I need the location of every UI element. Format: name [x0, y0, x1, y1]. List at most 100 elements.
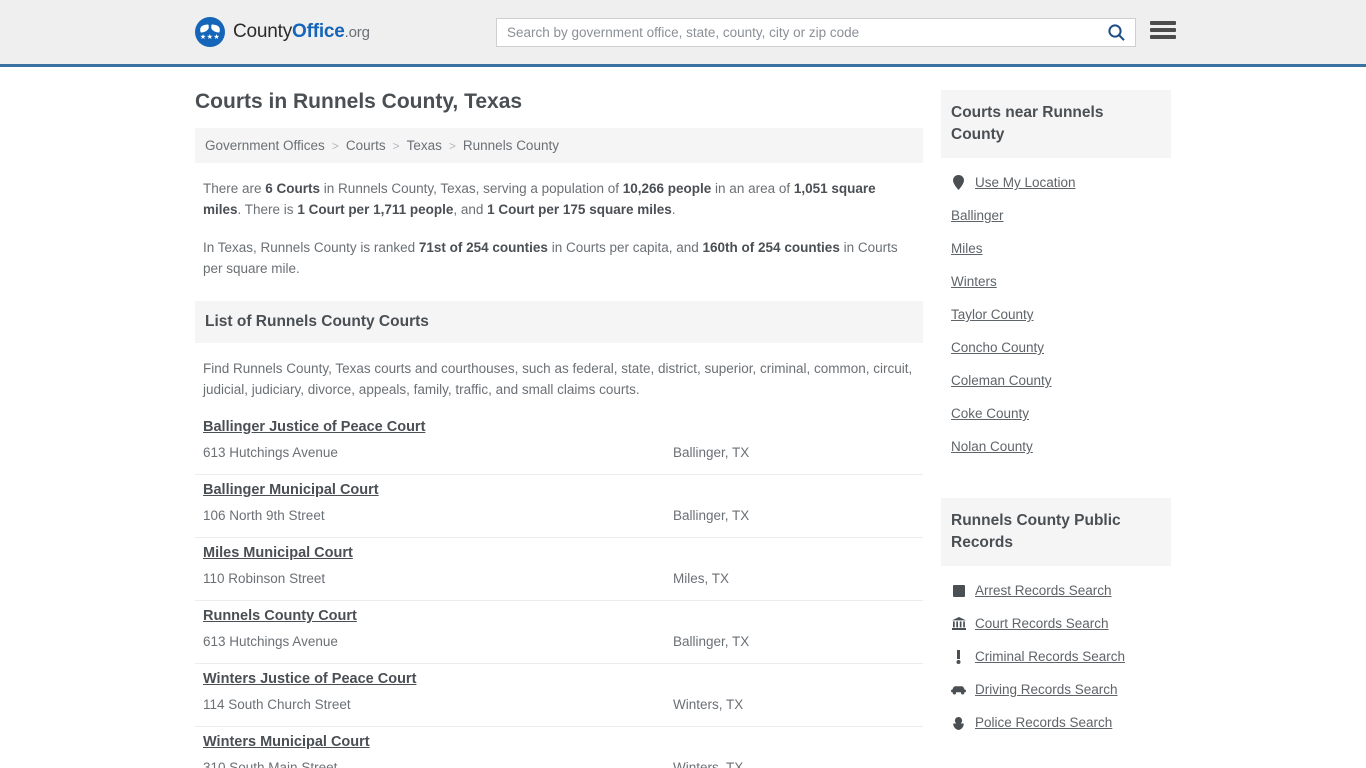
- page-title: Courts in Runnels County, Texas: [195, 90, 523, 113]
- court-city: Ballinger, TX: [673, 634, 750, 649]
- exclamation-icon: [951, 649, 966, 664]
- breadcrumb-item-texas[interactable]: Texas: [407, 138, 442, 153]
- breadcrumb: Government Offices > Courts > Texas > Ru…: [195, 128, 923, 163]
- court-city: Miles, TX: [673, 571, 730, 586]
- sidebar-item-label: Taylor County: [951, 307, 1034, 322]
- map-pin-icon: [951, 175, 966, 190]
- stat-rank-per-capita: 71st of 254 counties: [418, 240, 548, 255]
- stat-courts-per-sq-mile: 1 Court per 175 square miles: [487, 202, 672, 217]
- sidebar: Courts near Runnels County Use My Locati…: [941, 67, 1171, 739]
- sidebar-item-label: Miles: [951, 241, 983, 256]
- court-list: Ballinger Justice of Peace Court 613 Hut…: [195, 412, 923, 768]
- court-details: 310 South Main Street Winters, TX: [203, 760, 923, 768]
- nearby-courts-links: Use My Location Ballinger Miles Winters …: [941, 158, 1171, 463]
- text: .: [671, 202, 676, 217]
- hamburger-menu-icon[interactable]: [1150, 19, 1176, 41]
- breadcrumb-item-runnels-county[interactable]: Runnels County: [463, 138, 559, 153]
- summary-paragraph-rank: In Texas, Runnels County is ranked 71st …: [203, 237, 915, 279]
- court-city: Ballinger, TX: [673, 508, 750, 523]
- search-bar[interactable]: [496, 18, 1136, 47]
- court-name-link[interactable]: Ballinger Justice of Peace Court: [203, 419, 425, 435]
- logo-stars: ★★★: [199, 33, 221, 41]
- breadcrumb-separator: >: [392, 138, 400, 153]
- court-address: 114 South Church Street: [203, 697, 351, 712]
- police-badge-icon: [951, 716, 966, 730]
- sidebar-item-label: Coke County: [951, 406, 1030, 421]
- sidebar-item-label: Court Records Search: [975, 616, 1109, 631]
- sidebar-item-taylor-county[interactable]: Taylor County: [951, 298, 1171, 331]
- court-address: 310 South Main Street: [203, 760, 338, 768]
- search-button[interactable]: [1097, 19, 1135, 46]
- sidebar-item-driving-records-search[interactable]: Driving Records Search: [951, 673, 1171, 706]
- text: . There is: [237, 202, 298, 217]
- public-records-panel: Runnels County Public Records Arrest Rec…: [941, 498, 1171, 739]
- table-row: Winters Justice of Peace Court 114 South…: [195, 664, 923, 727]
- site-header: ★★★ CountyOffice.org: [0, 0, 1366, 67]
- sidebar-item-criminal-records-search[interactable]: Criminal Records Search: [951, 640, 1171, 673]
- brand-part-org: .org: [344, 24, 370, 41]
- site-logo[interactable]: ★★★ CountyOffice.org: [195, 17, 370, 47]
- sidebar-item-label: Coleman County: [951, 373, 1052, 388]
- court-details: 106 North 9th Street Ballinger, TX: [203, 508, 923, 523]
- brand-part-county: County: [233, 21, 293, 42]
- search-input[interactable]: [497, 25, 1097, 40]
- search-icon: [1107, 24, 1125, 41]
- sidebar-item-police-records-search[interactable]: Police Records Search: [951, 706, 1171, 739]
- brand-text: CountyOffice.org: [233, 21, 370, 43]
- table-row: Ballinger Justice of Peace Court 613 Hut…: [195, 412, 923, 475]
- sidebar-item-court-records-search[interactable]: Court Records Search: [951, 607, 1171, 640]
- court-name-link[interactable]: Runnels County Court: [203, 608, 357, 624]
- stat-population: 10,266 people: [622, 181, 712, 196]
- nearby-courts-heading: Courts near Runnels County: [941, 90, 1171, 158]
- sidebar-item-miles[interactable]: Miles: [951, 232, 1171, 265]
- sidebar-item-label: Driving Records Search: [975, 682, 1118, 697]
- court-details: 613 Hutchings Avenue Ballinger, TX: [203, 634, 923, 649]
- court-details: 110 Robinson Street Miles, TX: [203, 571, 923, 586]
- table-row: Runnels County Court 613 Hutchings Avenu…: [195, 601, 923, 664]
- brand-part-office: Office: [292, 21, 345, 42]
- court-name-link[interactable]: Ballinger Municipal Court: [203, 482, 379, 498]
- court-details: 613 Hutchings Avenue Ballinger, TX: [203, 445, 923, 460]
- sidebar-item-use-my-location[interactable]: Use My Location: [951, 166, 1171, 199]
- main-content: Courts in Runnels County, Texas Governme…: [195, 67, 923, 768]
- stat-court-count: 6 Courts: [265, 181, 321, 196]
- court-address: 613 Hutchings Avenue: [203, 445, 338, 460]
- sidebar-item-label: Winters: [951, 274, 997, 289]
- sidebar-item-label: Use My Location: [975, 175, 1076, 190]
- court-address: 110 Robinson Street: [203, 571, 326, 586]
- sidebar-item-arrest-records-search[interactable]: Arrest Records Search: [951, 574, 1171, 607]
- nearby-courts-panel: Courts near Runnels County Use My Locati…: [941, 90, 1171, 463]
- sidebar-item-label: Ballinger: [951, 208, 1004, 223]
- table-row: Ballinger Municipal Court 106 North 9th …: [195, 475, 923, 538]
- text: There are: [203, 181, 266, 196]
- sidebar-item-concho-county[interactable]: Concho County: [951, 331, 1171, 364]
- court-details: 114 South Church Street Winters, TX: [203, 697, 923, 712]
- sidebar-item-label: Police Records Search: [975, 715, 1113, 730]
- sidebar-item-coke-county[interactable]: Coke County: [951, 397, 1171, 430]
- sidebar-item-label: Nolan County: [951, 439, 1033, 454]
- public-records-heading: Runnels County Public Records: [941, 498, 1171, 566]
- table-row: Miles Municipal Court 110 Robinson Stree…: [195, 538, 923, 601]
- text: in Runnels County, Texas, serving a popu…: [320, 181, 623, 196]
- sidebar-item-label: Criminal Records Search: [975, 649, 1126, 664]
- court-address: 106 North 9th Street: [203, 508, 325, 523]
- page-body: Courts in Runnels County, Texas Governme…: [0, 67, 1366, 768]
- car-icon: [951, 684, 966, 695]
- sidebar-item-coleman-county[interactable]: Coleman County: [951, 364, 1171, 397]
- list-section-heading: List of Runnels County Courts: [195, 301, 923, 343]
- court-city: Winters, TX: [673, 697, 744, 712]
- stat-courts-per-capita: 1 Court per 1,711 people: [297, 202, 454, 217]
- court-name-link[interactable]: Winters Municipal Court: [203, 734, 370, 750]
- sidebar-item-winters[interactable]: Winters: [951, 265, 1171, 298]
- sidebar-item-ballinger[interactable]: Ballinger: [951, 199, 1171, 232]
- sidebar-item-label: Arrest Records Search: [975, 583, 1112, 598]
- court-name-link[interactable]: Winters Justice of Peace Court: [203, 671, 416, 687]
- sidebar-item-nolan-county[interactable]: Nolan County: [951, 430, 1171, 463]
- list-section-description: Find Runnels County, Texas courts and co…: [203, 361, 913, 397]
- breadcrumb-separator: >: [331, 138, 339, 153]
- eagle-logo-icon: ★★★: [195, 17, 225, 47]
- breadcrumb-item-government-offices[interactable]: Government Offices: [205, 138, 325, 153]
- breadcrumb-separator: >: [448, 138, 456, 153]
- breadcrumb-item-courts[interactable]: Courts: [346, 138, 386, 153]
- court-name-link[interactable]: Miles Municipal Court: [203, 545, 353, 561]
